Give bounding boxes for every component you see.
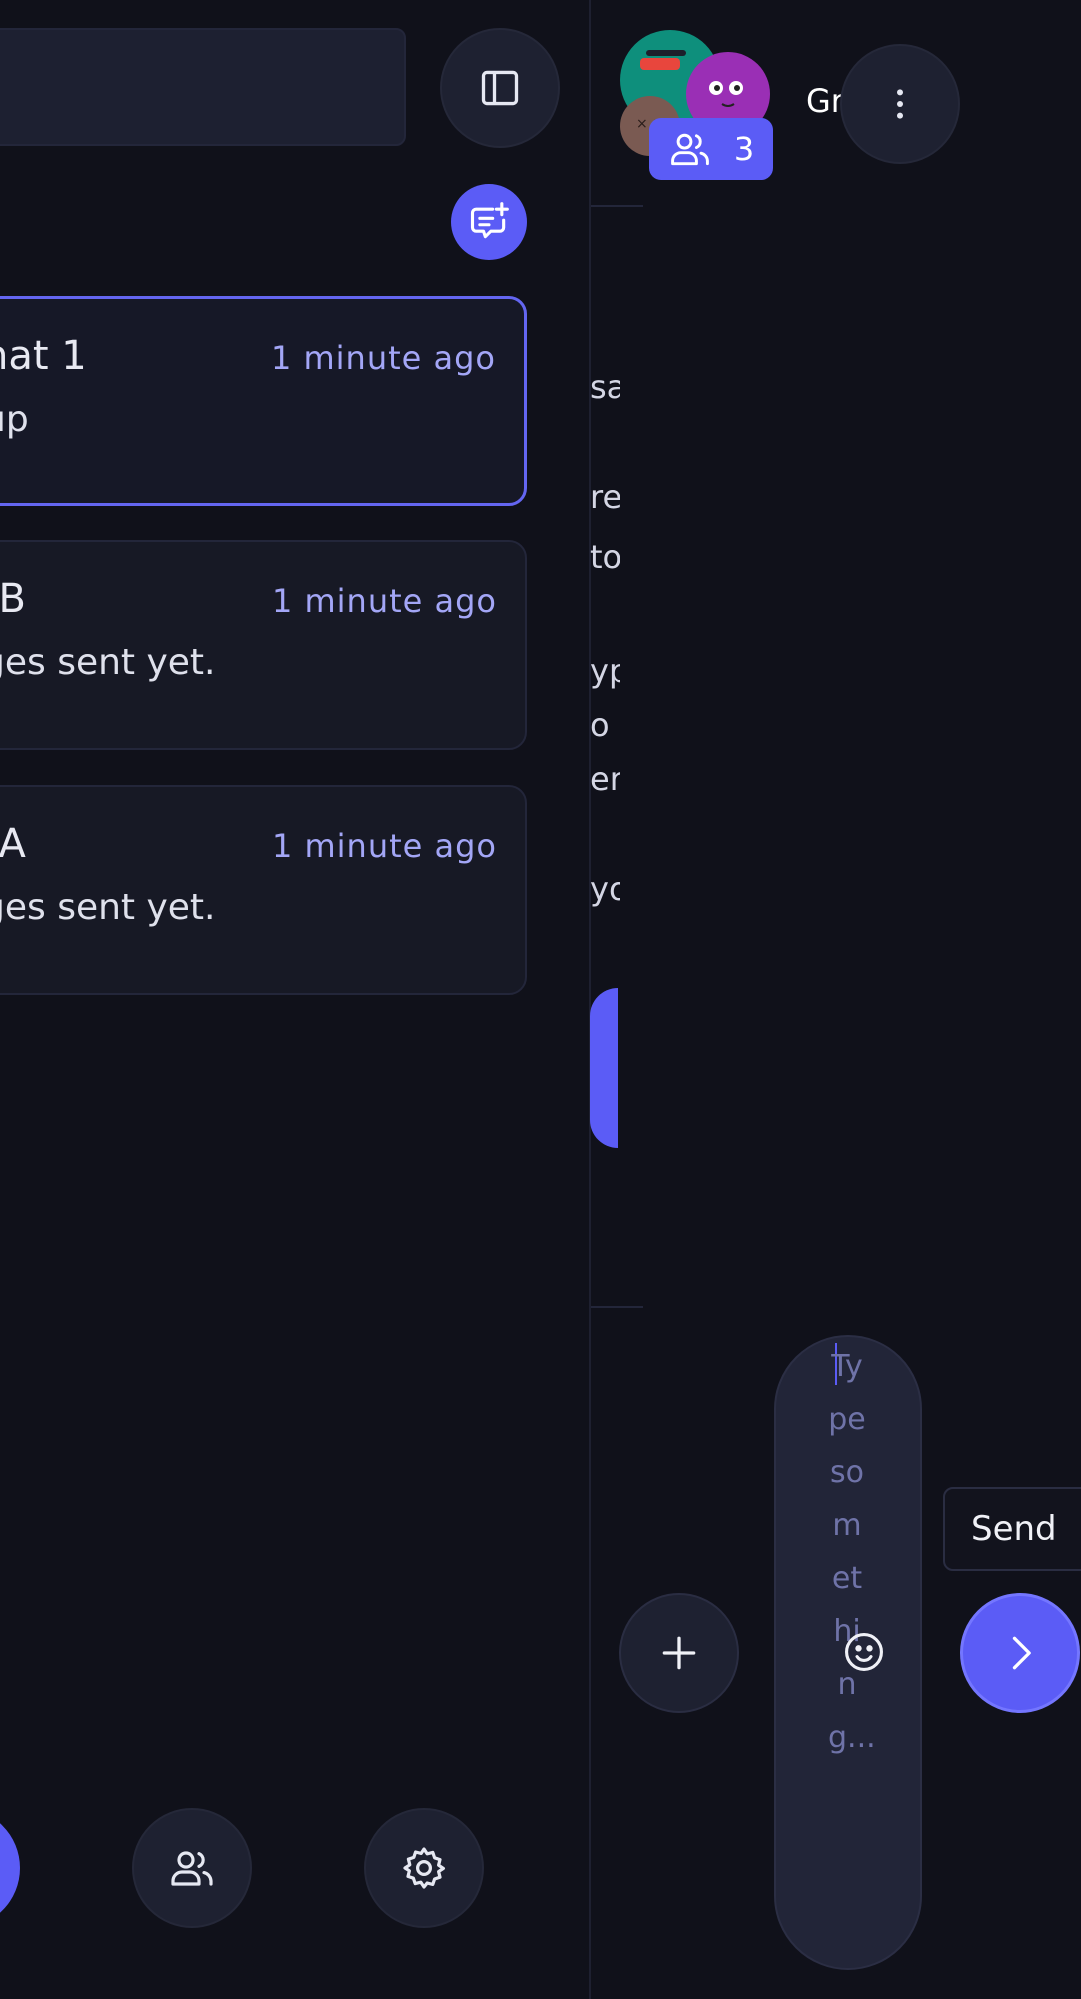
pane-divider xyxy=(589,0,591,1999)
chat-title: hat 1 xyxy=(0,333,87,379)
more-options-button[interactable] xyxy=(840,44,960,164)
users-icon xyxy=(171,1851,213,1886)
header-divider xyxy=(591,205,643,207)
chat-sidebar: hat 1 1 minute ago up rB 1 minute ago ge… xyxy=(0,0,589,1999)
chat-title: rA xyxy=(0,821,26,867)
send-tooltip: Send xyxy=(943,1487,1081,1571)
chat-list-item[interactable]: hat 1 1 minute ago up xyxy=(0,296,527,506)
add-attachment-button[interactable] xyxy=(619,1593,739,1713)
chat-preview: ges sent yet. xyxy=(0,887,216,928)
footer-divider xyxy=(591,1306,643,1308)
chevron-right-icon xyxy=(1012,1636,1031,1670)
app-root: hat 1 1 minute ago up rB 1 minute ago ge… xyxy=(0,0,1081,1999)
group-name: Gr xyxy=(806,82,844,120)
message-text: er xyxy=(590,760,620,798)
chat-preview: ges sent yet. xyxy=(0,642,216,683)
members-badge[interactable]: 3 xyxy=(649,118,773,180)
message-input-placeholder: Type something... xyxy=(828,1349,876,1755)
users-icon xyxy=(670,133,709,166)
plus-icon xyxy=(662,1636,696,1670)
chat-list-item[interactable]: rA 1 minute ago ges sent yet. xyxy=(0,785,527,995)
message-bubble xyxy=(590,988,618,1148)
sidebar-icon xyxy=(481,70,519,106)
member-count: 3 xyxy=(733,130,755,168)
message-text: to xyxy=(590,538,620,576)
message-text: yo xyxy=(590,870,620,908)
message-text: o xyxy=(590,706,610,744)
emoji-icon[interactable] xyxy=(842,1630,886,1674)
new-chat-button[interactable] xyxy=(451,184,527,260)
message-text: yp xyxy=(590,652,620,690)
search-input[interactable] xyxy=(0,28,406,146)
message-text: sa xyxy=(590,368,620,406)
more-vertical-icon xyxy=(897,89,903,119)
send-button[interactable] xyxy=(960,1593,1080,1713)
toggle-sidebar-button[interactable] xyxy=(440,28,560,148)
message-text: re xyxy=(590,478,620,516)
gear-icon xyxy=(403,1847,445,1889)
chat-title: rB xyxy=(0,576,26,622)
chat-timestamp: 1 minute ago xyxy=(271,582,497,620)
settings-nav-button[interactable] xyxy=(364,1808,484,1928)
chat-list-item[interactable]: rB 1 minute ago ges sent yet. xyxy=(0,540,527,750)
message-plus-icon xyxy=(470,202,509,239)
chat-preview: up xyxy=(0,399,29,440)
chats-nav-button[interactable] xyxy=(0,1808,20,1928)
contacts-nav-button[interactable] xyxy=(132,1808,252,1928)
chat-timestamp: 1 minute ago xyxy=(271,827,497,865)
chat-timestamp: 1 minute ago xyxy=(270,339,496,377)
